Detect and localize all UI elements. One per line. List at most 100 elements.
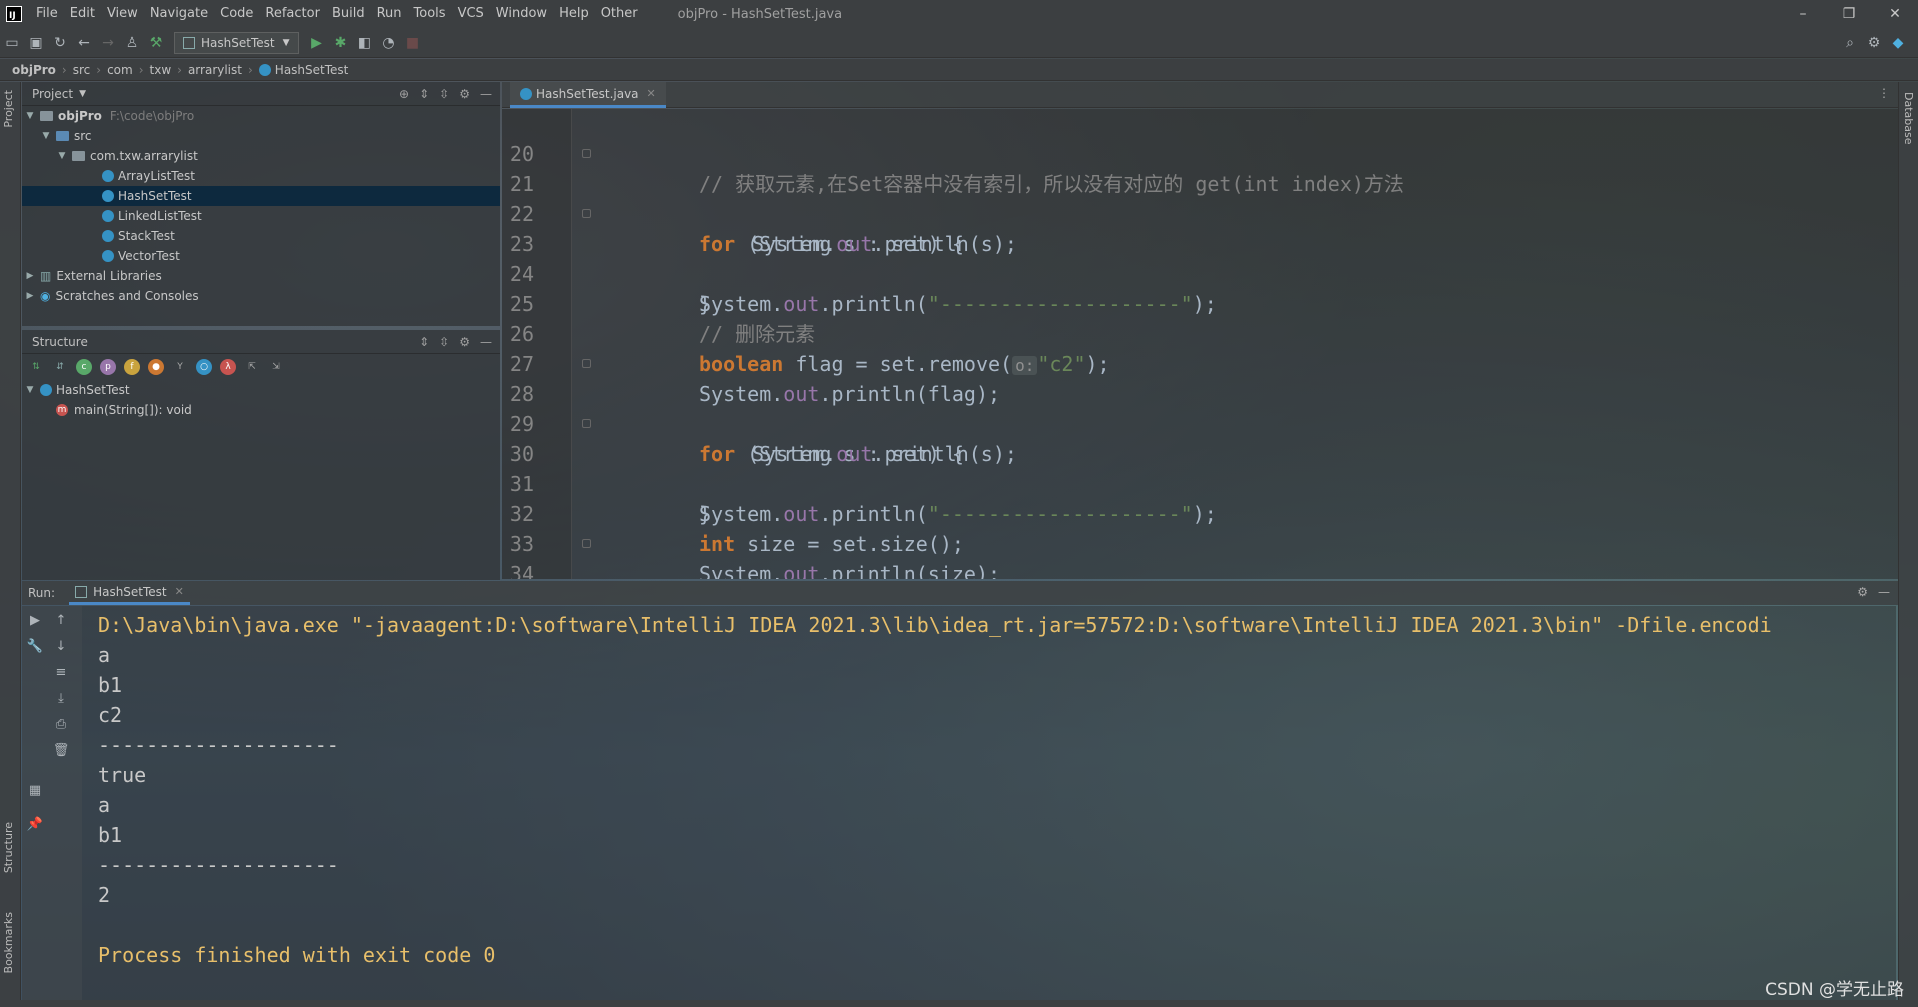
- fold-icon[interactable]: [582, 539, 591, 548]
- close-tab-icon[interactable]: ✕: [647, 87, 656, 100]
- scroll-to-end-icon[interactable]: ⤓: [52, 690, 70, 708]
- run-configuration-select[interactable]: HashSetTest ▼: [174, 31, 299, 54]
- collapse-all-icon[interactable]: ⇳: [439, 335, 449, 349]
- show-fields-icon[interactable]: f: [124, 359, 140, 375]
- tree-item-package[interactable]: ▼ com.txw.arrarylist: [22, 146, 500, 166]
- wrench-icon[interactable]: 🔧: [26, 638, 44, 656]
- restore-icon[interactable]: ❐: [1826, 0, 1872, 28]
- tree-item-src[interactable]: ▼ src: [22, 126, 500, 146]
- menu-help[interactable]: Help: [553, 0, 595, 28]
- run-console-output[interactable]: D:\Java\bin\java.exe "-javaagent:D:\soft…: [82, 606, 1896, 1000]
- close-tab-icon[interactable]: ✕: [175, 585, 184, 598]
- locate-icon[interactable]: ⊕: [399, 87, 409, 101]
- down-arrow-icon[interactable]: ↓: [52, 638, 70, 656]
- up-arrow-icon[interactable]: ↑: [52, 612, 70, 630]
- autoscroll-to-source-icon[interactable]: ⇱: [244, 359, 260, 375]
- settings-gear-icon[interactable]: ⚙: [1862, 32, 1886, 54]
- expand-arrow-icon[interactable]: ▼: [24, 385, 36, 395]
- rerun-icon[interactable]: ▶: [26, 612, 44, 630]
- breadcrumb-src[interactable]: src: [73, 63, 91, 77]
- minimize-icon[interactable]: –: [1780, 0, 1826, 28]
- gear-icon[interactable]: ⚙: [459, 87, 470, 101]
- print-icon[interactable]: ⎙: [52, 716, 70, 734]
- tree-item-scratches[interactable]: ▶ ◉ Scratches and Consoles: [22, 286, 500, 306]
- expand-all-icon[interactable]: ⇕: [419, 87, 429, 101]
- editor-tab-hashsettest[interactable]: HashSetTest.java ✕: [510, 82, 666, 108]
- show-properties-icon[interactable]: p: [100, 359, 116, 375]
- search-icon[interactable]: ⌕: [1838, 32, 1862, 54]
- tree-item-objpro[interactable]: ▼ objPro F:\code\objPro: [22, 106, 500, 126]
- fold-icon[interactable]: [582, 209, 591, 218]
- open-folder-icon[interactable]: ▭: [0, 32, 24, 54]
- menu-window[interactable]: Window: [490, 0, 553, 28]
- build-hammer-icon[interactable]: ⚒: [144, 32, 168, 54]
- coverage-icon[interactable]: ◧: [353, 32, 377, 54]
- show-inherited-icon[interactable]: c: [76, 359, 92, 375]
- expand-arrow-icon[interactable]: ▶: [24, 271, 36, 281]
- breadcrumb-package[interactable]: arrarylist: [188, 63, 242, 77]
- menu-file[interactable]: File: [30, 0, 64, 28]
- fold-icon[interactable]: [582, 359, 591, 368]
- run-icon[interactable]: ▶: [305, 32, 329, 54]
- sync-icon[interactable]: ↻: [48, 32, 72, 54]
- menu-edit[interactable]: Edit: [64, 0, 101, 28]
- show-anonymous-icon[interactable]: ○: [196, 359, 212, 375]
- profile-icon[interactable]: ◔: [377, 32, 401, 54]
- pin-icon[interactable]: 📌: [26, 816, 44, 834]
- menu-run[interactable]: Run: [371, 0, 408, 28]
- structure-item-class[interactable]: ▼ HashSetTest: [22, 380, 500, 400]
- hide-icon[interactable]: —: [1878, 585, 1890, 599]
- code-editor[interactable]: 20 // 获取元素,在Set容器中没有索引，所以没有对应的 get(int i…: [502, 109, 1898, 579]
- expand-arrow-icon[interactable]: ▼: [40, 131, 52, 141]
- soft-wrap-icon[interactable]: ≡: [52, 664, 70, 682]
- tree-item-hashsettest[interactable]: HashSetTest: [22, 186, 500, 206]
- fold-icon[interactable]: [582, 149, 591, 158]
- fold-icon[interactable]: [582, 419, 591, 428]
- back-icon[interactable]: ←: [72, 32, 96, 54]
- collapse-all-icon[interactable]: ⇳: [439, 87, 449, 101]
- tree-item-external-libraries[interactable]: ▶ ▥ External Libraries: [22, 266, 500, 286]
- tree-item-linkedlisttest[interactable]: LinkedListTest: [22, 206, 500, 226]
- expand-arrow-icon[interactable]: ▼: [56, 151, 68, 161]
- debug-icon[interactable]: ✱: [329, 32, 353, 54]
- run-tab-hashsettest[interactable]: HashSetTest ✕: [69, 581, 190, 605]
- sort-alpha-icon[interactable]: ⇵: [52, 359, 68, 375]
- bookmarks-tool-tab[interactable]: Bookmarks: [2, 912, 15, 973]
- show-non-public-icon[interactable]: ●: [148, 359, 164, 375]
- close-window-icon[interactable]: ✕: [1872, 0, 1918, 28]
- user-icon[interactable]: ♙: [120, 32, 144, 54]
- filter-icon[interactable]: Y: [172, 359, 188, 375]
- gear-icon[interactable]: ⚙: [459, 335, 470, 349]
- breadcrumb-com[interactable]: com: [107, 63, 133, 77]
- expand-arrow-icon[interactable]: ▶: [24, 291, 36, 301]
- menu-navigate[interactable]: Navigate: [144, 0, 214, 28]
- project-tool-tab[interactable]: Project: [2, 90, 15, 128]
- gear-icon[interactable]: ⚙: [1857, 585, 1868, 599]
- breadcrumb-project[interactable]: objPro: [12, 63, 56, 77]
- menu-code[interactable]: Code: [214, 0, 259, 28]
- menu-other[interactable]: Other: [595, 0, 644, 28]
- forward-icon[interactable]: →: [96, 32, 120, 54]
- breadcrumb-txw[interactable]: txw: [150, 63, 172, 77]
- expand-all-icon[interactable]: ⇕: [419, 335, 429, 349]
- autoscroll-from-source-icon[interactable]: ⇲: [268, 359, 284, 375]
- menu-build[interactable]: Build: [326, 0, 371, 28]
- chevron-down-icon[interactable]: ▼: [79, 89, 86, 99]
- structure-item-method[interactable]: m main(String[]): void: [22, 400, 500, 420]
- menu-view[interactable]: View: [101, 0, 144, 28]
- database-tool-tab[interactable]: Database: [1902, 92, 1915, 145]
- menu-vcs[interactable]: VCS: [452, 0, 490, 28]
- hide-icon[interactable]: —: [480, 335, 492, 349]
- show-lambdas-icon[interactable]: λ: [220, 359, 236, 375]
- expand-arrow-icon[interactable]: ▼: [24, 111, 36, 121]
- hide-icon[interactable]: —: [480, 87, 492, 101]
- stop-icon[interactable]: ■: [401, 32, 425, 54]
- structure-tool-tab[interactable]: Structure: [2, 822, 15, 873]
- tree-item-arraylisttest[interactable]: ArrayListTest: [22, 166, 500, 186]
- menu-refactor[interactable]: Refactor: [259, 0, 326, 28]
- trash-icon[interactable]: 🗑: [52, 742, 70, 760]
- project-view-title[interactable]: Project: [32, 87, 73, 101]
- tree-item-stacktest[interactable]: StackTest: [22, 226, 500, 246]
- layout-icon[interactable]: ▦: [26, 782, 44, 800]
- breadcrumb-class[interactable]: HashSetTest: [275, 63, 349, 77]
